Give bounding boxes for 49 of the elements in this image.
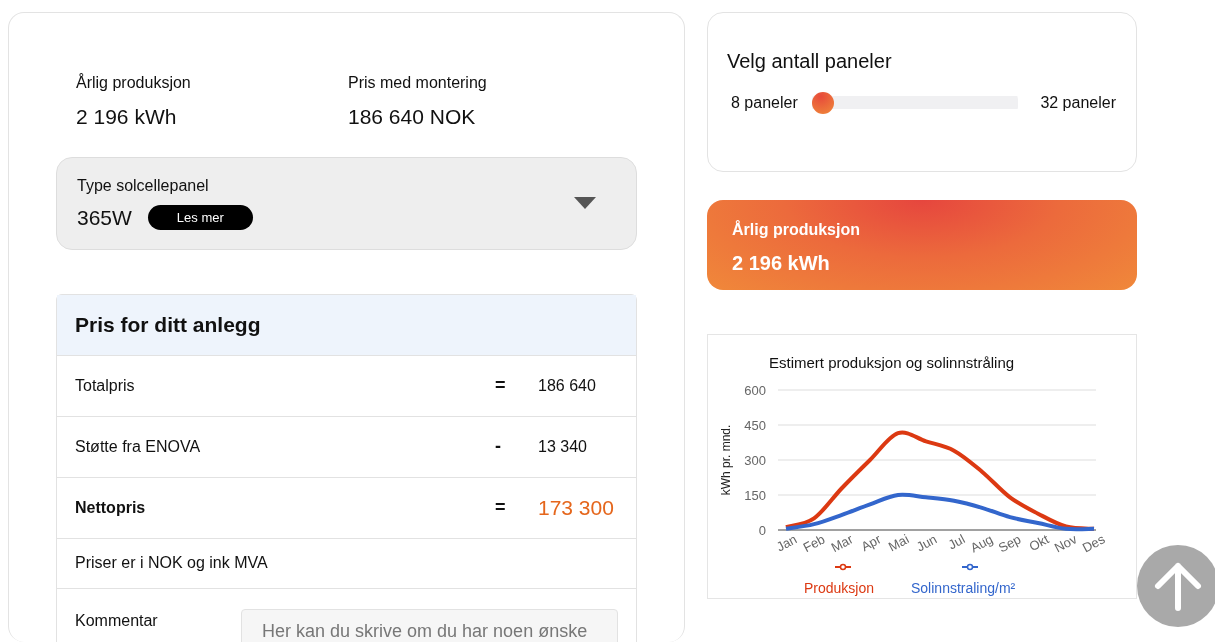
legend-label: Solinnstraling/m² (911, 580, 1016, 596)
dropdown-label: Type solcellepanel (77, 175, 210, 196)
table-title: Pris for ditt anlegg (57, 295, 636, 356)
x-tick-label: Mar (828, 531, 856, 556)
row-label: Nettopris (75, 497, 147, 518)
row-label: Totalpris (75, 375, 136, 396)
x-tick-label: Nov (1051, 531, 1080, 556)
y-tick-label: 0 (758, 523, 766, 538)
x-tick-label: Feb (800, 531, 828, 556)
dropdown-value: 365W (77, 204, 132, 231)
x-tick-label: Okt (1026, 531, 1052, 555)
chart-title: Estimert produksjon og solinnstråling (769, 354, 1015, 371)
price-note: Priser er i NOK og ink MVA (57, 538, 636, 589)
production-label: Årlig produksjon (732, 219, 861, 240)
slider-thumb[interactable] (811, 92, 834, 114)
panel-type-dropdown[interactable]: Type solcellepanel 365W Les mer (56, 156, 637, 250)
operator: = (495, 374, 507, 397)
x-tick-label: Apr (858, 531, 884, 555)
x-tick-label: Jan (773, 531, 800, 555)
x-tick-label: Jul (945, 531, 968, 553)
stat-label: Årlig produksjon (76, 72, 192, 93)
max-label: 32 paneler (1040, 93, 1116, 113)
x-tick-label: Mai (885, 531, 912, 555)
amount: 173 300 (538, 494, 615, 521)
arrow-up-icon (1152, 560, 1204, 612)
min-label: 8 paneler (731, 93, 798, 113)
y-tick-label: 300 (744, 453, 766, 468)
operator: = (495, 496, 507, 519)
read-more-button[interactable]: Les mer (147, 204, 253, 230)
y-tick-label: 450 (744, 418, 766, 433)
card-title: Velg antall paneler (727, 49, 893, 73)
comment-field[interactable]: Her kan du skrive om du har noen ønske (241, 608, 618, 642)
row-label: Støtte fra ENOVA (75, 436, 202, 457)
x-tick-label: Aug (967, 531, 996, 556)
legend-label: Produksjon (804, 580, 875, 596)
y-tick-label: 600 (744, 383, 766, 398)
x-tick-label: Jun (913, 531, 940, 555)
operator: - (495, 435, 502, 458)
amount: 13 340 (538, 436, 588, 457)
production-value: 2 196 kWh (732, 251, 831, 276)
amount: 186 640 (538, 375, 597, 396)
x-tick-label: Sep (995, 531, 1024, 556)
stat-value: 186 640 NOK (348, 104, 477, 130)
y-tick-label: 150 (744, 488, 766, 503)
stat-value: 2 196 kWh (76, 104, 178, 130)
x-tick-label: Des (1079, 531, 1108, 556)
stat-label: Pris med montering (348, 73, 488, 93)
comment-label: Kommentar (75, 610, 159, 631)
y-axis-label: kWh pr. mnd. (719, 424, 733, 496)
